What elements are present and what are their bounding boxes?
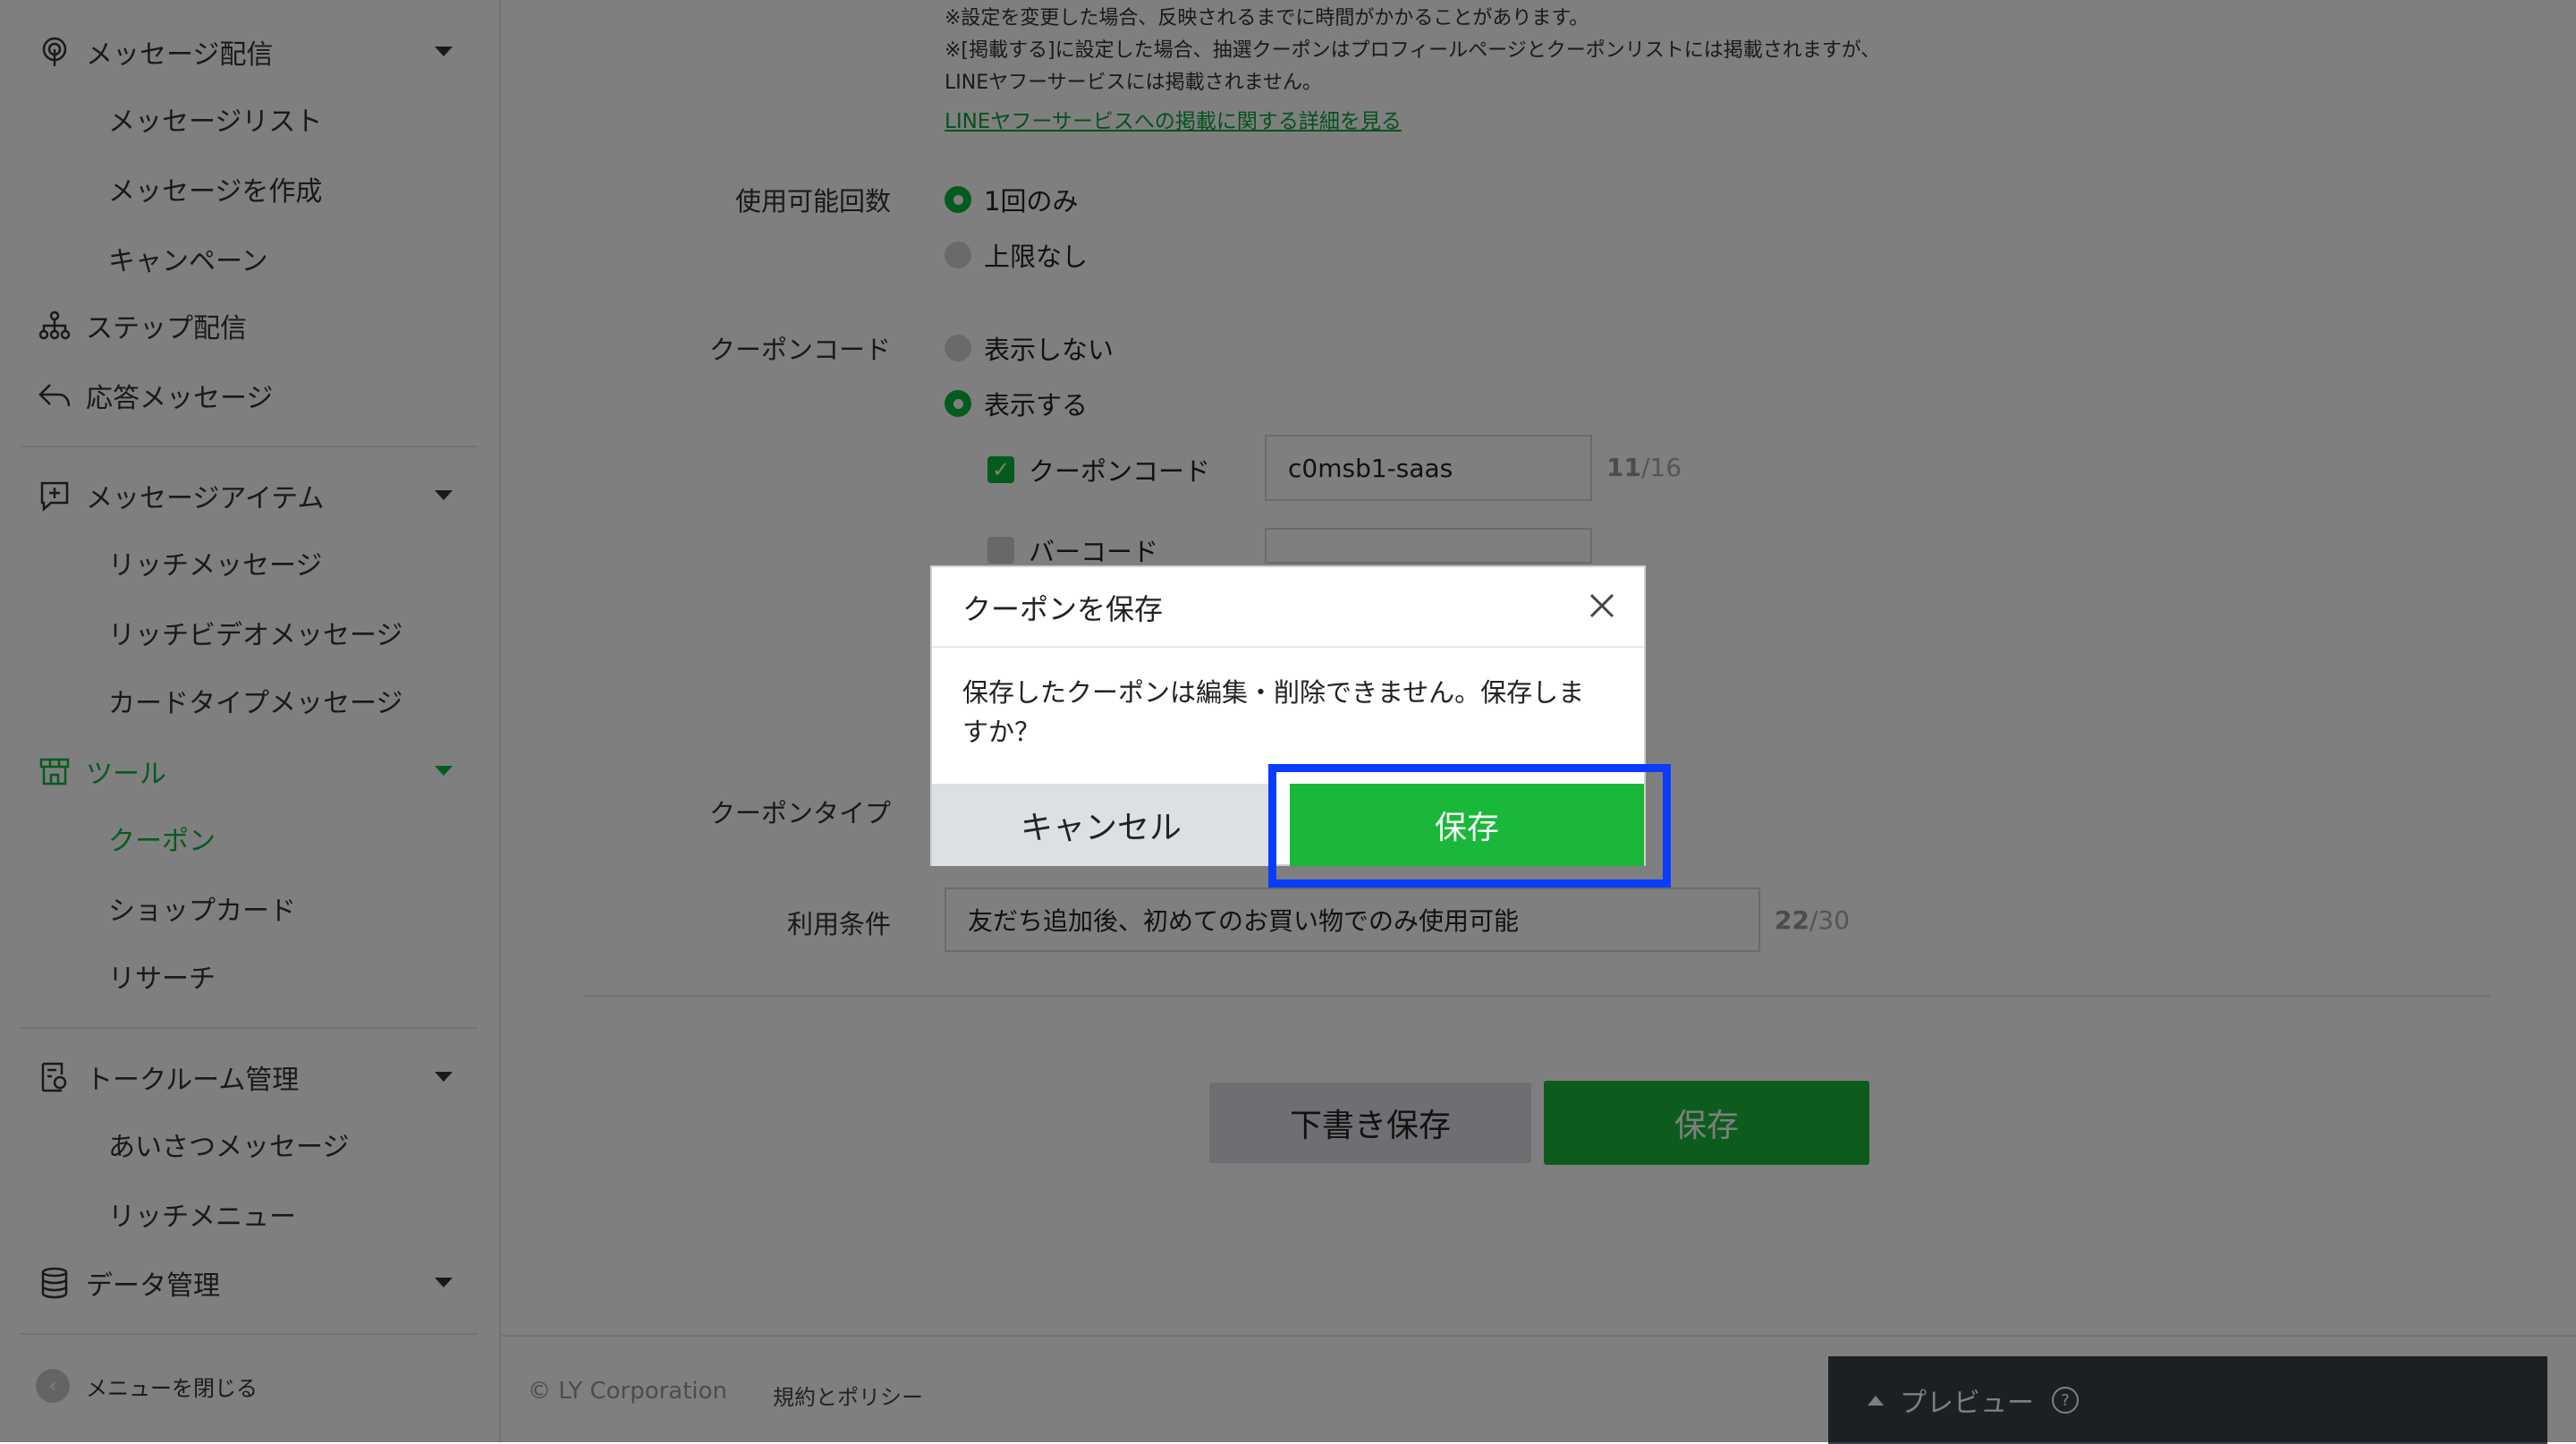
- cancel-button[interactable]: キャンセル: [932, 784, 1270, 866]
- close-icon[interactable]: [1581, 585, 1623, 626]
- dialog-message: 保存したクーポンは編集・削除できません。保存しますか？: [962, 677, 1585, 747]
- dialog-divider: [932, 646, 1644, 648]
- highlight-box: [1268, 764, 1671, 888]
- dialog-title: クーポンを保存: [962, 592, 1164, 626]
